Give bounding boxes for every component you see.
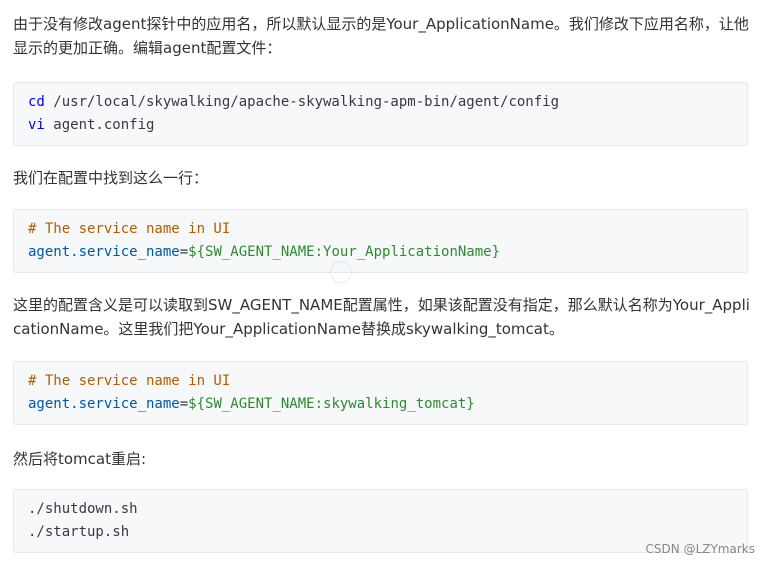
code-block-restart: ./shutdown.sh ./startup.sh	[13, 489, 748, 553]
code-variable: agent.service_name	[28, 396, 180, 412]
paragraph-find-line: 我们在配置中找到这么一行：	[13, 169, 209, 187]
code-line: agent.service_name=${SW_AGENT_NAME:skywa…	[28, 393, 733, 416]
paragraph-restart: 然后将tomcat重启:	[13, 450, 147, 468]
code-operator: =	[179, 396, 189, 412]
code-value: ${SW_AGENT_NAME:Your_ApplicationName}	[188, 244, 501, 260]
code-line: vi agent.config	[28, 114, 733, 137]
footer-attribution: CSDN @LZYmarks	[645, 542, 755, 556]
code-line: agent.service_name=${SW_AGENT_NAME:Your_…	[28, 241, 733, 264]
code-keyword: cd	[28, 94, 45, 110]
code-text: /usr/local/skywalking/apache-skywalking-…	[44, 94, 560, 110]
code-line: cd /usr/local/skywalking/apache-skywalki…	[28, 91, 733, 114]
code-block-original-setting: # The service name in UI agent.service_n…	[13, 209, 748, 273]
code-comment: # The service name in UI	[28, 373, 231, 389]
paragraph-explanation: 这里的配置含义是可以读取到SW_AGENT_NAME配置属性，如果该配置没有指定…	[13, 296, 750, 338]
code-value: ${SW_AGENT_NAME:skywalking_tomcat}	[188, 396, 475, 412]
code-block-new-setting: # The service name in UI agent.service_n…	[13, 361, 748, 425]
code-comment: # The service name in UI	[28, 221, 231, 237]
code-operator: =	[179, 244, 189, 260]
paragraph-intro: 由于没有修改agent探针中的应用名，所以默认显示的是Your_Applicat…	[13, 15, 749, 57]
code-variable: agent.service_name	[28, 244, 180, 260]
code-line: ./shutdown.sh	[28, 501, 138, 517]
code-keyword: vi	[28, 117, 45, 133]
code-line: ./startup.sh	[28, 524, 130, 540]
code-block-edit-config: cd /usr/local/skywalking/apache-skywalki…	[13, 82, 748, 146]
code-text: agent.config	[44, 117, 155, 133]
